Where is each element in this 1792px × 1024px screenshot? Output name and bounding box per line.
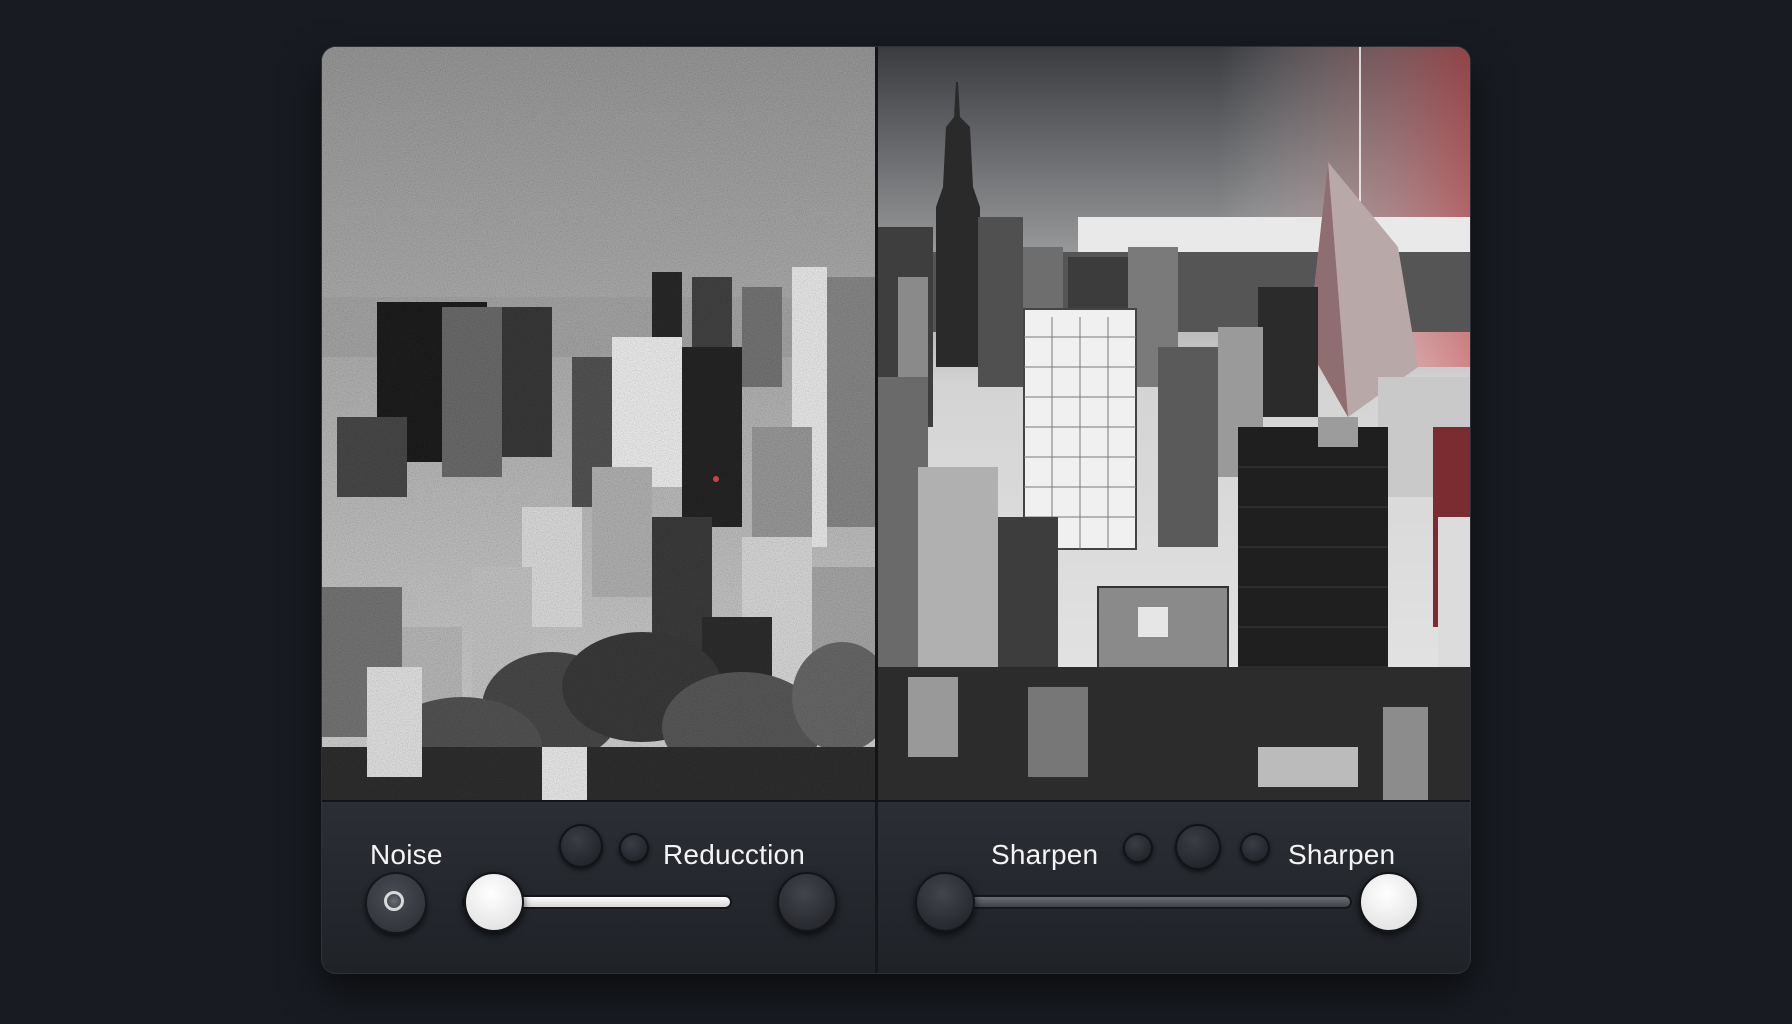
adjustment-controls: Noise Reducction Sharpen Sharpen <box>322 800 1470 973</box>
noise-toggle-button[interactable] <box>365 872 427 934</box>
noise-reduction-slider-end-handle[interactable] <box>777 872 837 932</box>
sharpen-preset-button-1[interactable] <box>1123 833 1153 863</box>
reduction-label: Reducction <box>663 839 806 870</box>
noise-reduction-slider-handle[interactable] <box>464 872 524 932</box>
noise-label: Noise <box>370 839 443 870</box>
noise-preset-button-1[interactable] <box>559 824 603 868</box>
sharpen-preset-button-2[interactable] <box>1175 824 1221 870</box>
sharpen-slider-start-handle[interactable] <box>915 872 975 932</box>
sharpen-label-right: Sharpen <box>1288 839 1396 870</box>
sharpen-slider-track[interactable] <box>932 895 1352 909</box>
radio-icon <box>384 891 404 911</box>
comparison-view <box>322 47 1470 800</box>
after-image-sharpened <box>878 47 1470 800</box>
before-image-noisy <box>322 47 875 800</box>
sharpen-label-left: Sharpen <box>991 839 1099 870</box>
image-editor-window: Noise Reducction Sharpen Sharpen <box>322 47 1470 973</box>
sharpen-preset-button-3[interactable] <box>1240 833 1270 863</box>
red-highlight-dot <box>713 476 719 482</box>
noise-preset-button-2[interactable] <box>619 833 649 863</box>
panel-divider <box>875 802 878 973</box>
sharpen-slider-handle[interactable] <box>1359 872 1419 932</box>
